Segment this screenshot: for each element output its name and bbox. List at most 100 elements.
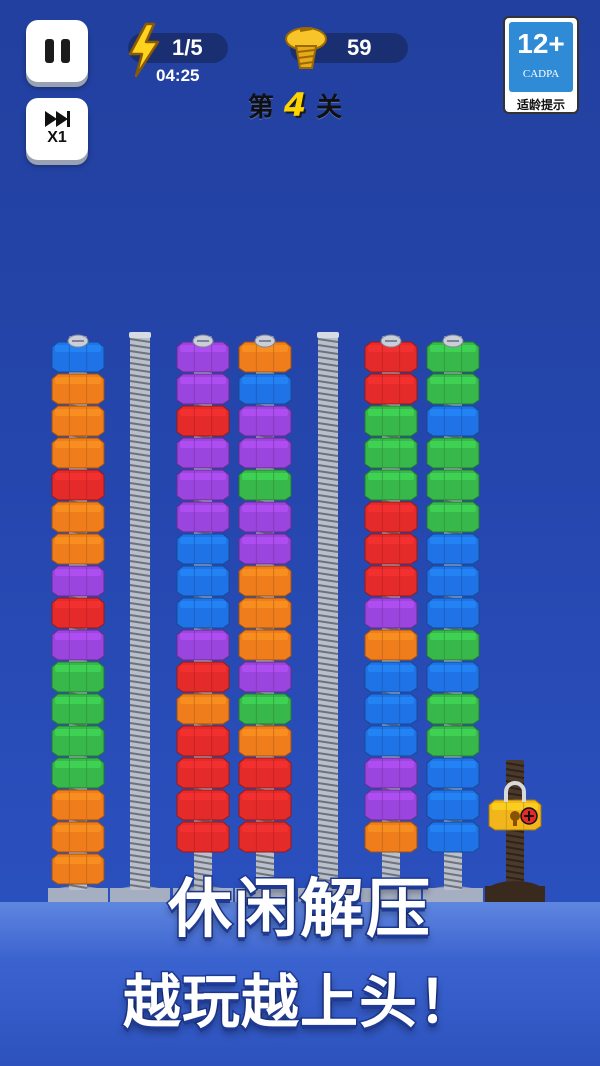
nut[interactable] bbox=[364, 565, 418, 597]
game-screen: 休闲解压 越玩越上头！ X1 1/5 04:25 59 第4关 12+ CADP… bbox=[0, 0, 600, 1066]
nut[interactable] bbox=[426, 405, 480, 437]
nut[interactable] bbox=[238, 757, 292, 789]
nut[interactable] bbox=[364, 757, 418, 789]
bolt-column-5[interactable] bbox=[298, 332, 358, 906]
nut[interactable] bbox=[238, 789, 292, 821]
nut[interactable] bbox=[51, 437, 105, 469]
nut[interactable] bbox=[238, 501, 292, 533]
nut[interactable] bbox=[426, 565, 480, 597]
nut[interactable] bbox=[176, 597, 230, 629]
nut[interactable] bbox=[238, 469, 292, 501]
nut[interactable] bbox=[51, 373, 105, 405]
nut[interactable] bbox=[238, 373, 292, 405]
nut[interactable] bbox=[51, 789, 105, 821]
nut[interactable] bbox=[426, 437, 480, 469]
nut[interactable] bbox=[426, 629, 480, 661]
nut[interactable] bbox=[426, 693, 480, 725]
age-rating-badge: 12+ CADPA 适龄提示 bbox=[503, 16, 579, 114]
nut[interactable] bbox=[51, 533, 105, 565]
nut[interactable] bbox=[238, 597, 292, 629]
energy-count: 1/5 bbox=[172, 35, 203, 60]
nut[interactable] bbox=[176, 757, 230, 789]
nut[interactable] bbox=[426, 597, 480, 629]
nut[interactable] bbox=[176, 405, 230, 437]
nut[interactable] bbox=[364, 725, 418, 757]
nut[interactable] bbox=[364, 469, 418, 501]
nut[interactable] bbox=[176, 725, 230, 757]
nut[interactable] bbox=[426, 757, 480, 789]
slogan-line-2: 越玩越上头！ bbox=[121, 967, 477, 1038]
fast-forward-icon bbox=[45, 111, 70, 127]
level-title: 第4关 bbox=[200, 86, 390, 124]
nut[interactable] bbox=[51, 405, 105, 437]
nut[interactable] bbox=[364, 501, 418, 533]
bolt-head bbox=[442, 334, 464, 348]
age-rating-label: 12+ bbox=[517, 28, 565, 59]
bolt-head bbox=[192, 334, 214, 348]
nut[interactable] bbox=[51, 469, 105, 501]
nut[interactable] bbox=[426, 501, 480, 533]
nut[interactable] bbox=[176, 821, 230, 853]
bolt-column-7[interactable] bbox=[423, 334, 483, 906]
nut[interactable] bbox=[364, 373, 418, 405]
nut[interactable] bbox=[364, 437, 418, 469]
nut[interactable] bbox=[364, 597, 418, 629]
nut[interactable] bbox=[51, 693, 105, 725]
nut[interactable] bbox=[51, 629, 105, 661]
nut[interactable] bbox=[176, 789, 230, 821]
nut[interactable] bbox=[364, 533, 418, 565]
unlock-plus-icon[interactable] bbox=[520, 807, 538, 825]
bolt-column-2[interactable] bbox=[110, 332, 170, 906]
coin-count: 59 bbox=[347, 35, 372, 60]
nut[interactable] bbox=[238, 405, 292, 437]
nut[interactable] bbox=[426, 533, 480, 565]
bolt-head bbox=[254, 334, 276, 348]
nut[interactable] bbox=[238, 533, 292, 565]
nut[interactable] bbox=[176, 661, 230, 693]
nut[interactable] bbox=[364, 629, 418, 661]
bolt-column-6[interactable] bbox=[361, 334, 421, 906]
nut[interactable] bbox=[238, 693, 292, 725]
nut[interactable] bbox=[426, 373, 480, 405]
nut[interactable] bbox=[176, 629, 230, 661]
nut[interactable] bbox=[51, 757, 105, 789]
nut[interactable] bbox=[176, 501, 230, 533]
level-suffix: 关 bbox=[316, 93, 343, 123]
nut[interactable] bbox=[176, 469, 230, 501]
nut[interactable] bbox=[364, 405, 418, 437]
bolt-column-4[interactable] bbox=[235, 334, 295, 906]
energy-timer: 04:25 bbox=[156, 66, 200, 85]
nut[interactable] bbox=[238, 725, 292, 757]
nut[interactable] bbox=[176, 693, 230, 725]
nut[interactable] bbox=[238, 629, 292, 661]
nut[interactable] bbox=[176, 373, 230, 405]
nut[interactable] bbox=[176, 533, 230, 565]
nut[interactable] bbox=[51, 661, 105, 693]
nut[interactable] bbox=[238, 821, 292, 853]
nut[interactable] bbox=[51, 725, 105, 757]
nut[interactable] bbox=[364, 821, 418, 853]
nut[interactable] bbox=[238, 437, 292, 469]
nut[interactable] bbox=[176, 565, 230, 597]
nut[interactable] bbox=[51, 597, 105, 629]
nut[interactable] bbox=[426, 789, 480, 821]
bolt-column-3[interactable] bbox=[173, 334, 233, 906]
nut[interactable] bbox=[426, 725, 480, 757]
nut[interactable] bbox=[426, 469, 480, 501]
nut[interactable] bbox=[364, 693, 418, 725]
nut[interactable] bbox=[51, 501, 105, 533]
nut[interactable] bbox=[238, 661, 292, 693]
bolt-column-1[interactable] bbox=[48, 334, 108, 906]
nut[interactable] bbox=[176, 437, 230, 469]
nut[interactable] bbox=[51, 565, 105, 597]
nut[interactable] bbox=[51, 821, 105, 853]
age-rating-tip: 适龄提示 bbox=[516, 98, 565, 112]
nut[interactable] bbox=[364, 789, 418, 821]
nut[interactable] bbox=[238, 565, 292, 597]
speed-button[interactable]: X1 bbox=[26, 98, 88, 160]
nut[interactable] bbox=[426, 821, 480, 853]
nut[interactable] bbox=[426, 661, 480, 693]
speed-label: X1 bbox=[47, 129, 67, 146]
pause-button[interactable] bbox=[26, 20, 88, 82]
nut[interactable] bbox=[364, 661, 418, 693]
